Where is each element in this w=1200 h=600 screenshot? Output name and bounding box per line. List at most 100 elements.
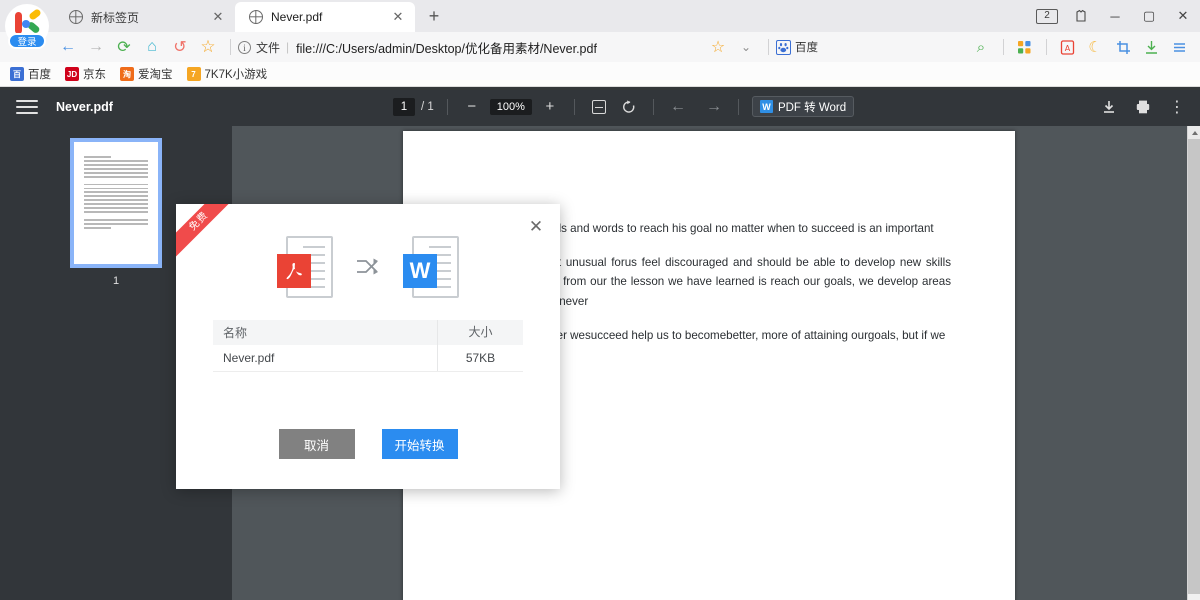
column-header-size: 大小 [437,320,523,345]
toolbar-right: ☆ ⌄ 百度 ⌕ A ☾ [705,34,1200,60]
screenshot-crop-icon[interactable] [1110,34,1136,60]
pdf-toolbar-center: 1 / 1 − 100% + ← → W PDF 转 Word [393,96,855,118]
favorite-star-icon[interactable]: ☆ [195,34,221,60]
zoom-out-button[interactable]: − [461,96,483,118]
tab-count-badge[interactable]: 2 [1036,8,1058,24]
cancel-button[interactable]: 取消 [278,429,355,459]
logo-stroke-red [15,12,22,34]
bookmark-label: 京东 [83,69,106,81]
more-options-icon[interactable]: ⋮ [1166,96,1188,118]
page-total-label: / 1 [421,100,434,113]
sidebar-toggle-icon[interactable] [16,96,38,118]
print-icon[interactable] [1132,96,1154,118]
download-icon[interactable] [1098,96,1120,118]
table-row[interactable]: Never.pdf 57KB [213,345,523,372]
baidu-icon: 百 [10,67,24,81]
site-info-icon[interactable]: i [238,40,251,54]
start-conversion-button[interactable]: 开始转换 [381,429,458,459]
tab-title: Never.pdf [271,10,323,24]
bookmark-jd[interactable]: JD 京东 [65,66,106,82]
tab-title: 新标签页 [91,10,140,25]
minimize-button[interactable]: ─ [1098,0,1132,32]
pdf-viewer-area: 1 encouraging words and words to reach h… [0,126,1200,600]
page-number-input[interactable]: 1 [393,97,415,116]
divider [1046,39,1047,55]
bookmark-label: 7K7K小游戏 [204,69,268,81]
jd-icon: JD [65,67,79,81]
close-window-button[interactable]: ✕ [1166,0,1200,32]
browser-window: 新标签页 ✕ Never.pdf ✕ + 2 ─ ▢ ✕ ← → ⟳ ⌂ ↺ ☆ [0,0,1200,600]
chevron-down-icon[interactable]: ⌄ [733,34,759,60]
downloads-icon[interactable] [1138,34,1164,60]
night-mode-icon[interactable]: ☾ [1082,34,1108,60]
divider [1003,39,1004,55]
login-button[interactable]: 登录 [8,33,46,49]
skin-icon[interactable] [1064,0,1098,32]
vertical-scrollbar[interactable] [1187,126,1200,600]
divider [737,98,739,115]
apps-grid-icon[interactable] [1011,34,1037,60]
home-icon[interactable]: ⌂ [139,34,165,60]
svg-text:A: A [1064,44,1070,53]
history-back-icon[interactable]: ↺ [167,34,193,60]
globe-icon [249,10,263,24]
word-file-icon: W [403,236,459,304]
word-badge: W [403,254,437,288]
baidu-search-engine-chip[interactable]: 百度 [776,39,818,55]
cell-file-name: Never.pdf [223,351,275,365]
rotate-icon[interactable] [618,96,640,118]
pdf-to-word-label: PDF 转 Word [777,101,847,114]
back-icon[interactable]: ← [55,34,81,60]
taobao-icon: 淘 [120,67,134,81]
pdf-tool-icon[interactable]: A [1054,34,1080,60]
dialog-actions: 取消 开始转换 [176,429,560,459]
maximize-button[interactable]: ▢ [1132,0,1166,32]
bookmark-label: 爱淘宝 [138,69,173,81]
column-header-name: 名称 [223,326,248,340]
tab-close-icon[interactable]: ✕ [209,8,227,26]
tab-never-pdf[interactable]: Never.pdf ✕ [235,2,415,32]
search-icon[interactable]: ⌕ [968,34,994,60]
logo-dot-blue [22,20,30,28]
conversion-illustration: W [176,230,560,310]
bookmark-star-icon[interactable]: ☆ [705,34,731,60]
thumbnail-text-lines [84,156,148,231]
bookmarks-bar: 百 百度 JD 京东 淘 爱淘宝 7 7K7K小游戏 [0,62,1200,87]
convert-arrows-icon [355,256,381,284]
thumbnail-page-number: 1 [112,275,120,287]
page-thumbnail[interactable] [70,138,162,268]
new-tab-button[interactable]: + [421,4,447,30]
forward-icon[interactable]: → [83,34,109,60]
next-page-icon[interactable]: → [703,96,725,118]
zoom-in-button[interactable]: + [539,96,561,118]
baidu-label: 百度 [795,42,818,54]
word-icon: W [759,100,773,113]
browser-menu-icon[interactable] [1166,34,1192,60]
divider [573,98,575,115]
cell-file-size: 57KB [437,345,523,371]
navigation-bar: ← → ⟳ ⌂ ↺ ☆ i 文件 | file:///C:/Users/admi… [0,32,1200,62]
divider [768,39,769,55]
zoom-level-label[interactable]: 100% [489,98,532,115]
bookmark-label: 百度 [28,69,51,81]
divider: | [286,40,290,54]
bookmark-7k7k[interactable]: 7 7K7K小游戏 [186,66,268,82]
bookmark-taobao[interactable]: 淘 爱淘宝 [120,66,173,82]
scrollbar-thumb[interactable] [1188,139,1200,594]
reload-icon[interactable]: ⟳ [111,34,137,60]
fit-page-icon[interactable] [588,96,610,118]
pdf-to-word-button[interactable]: W PDF 转 Word [751,96,855,117]
thumbnail-item[interactable]: 1 [70,138,162,287]
game-icon: 7 [186,67,201,81]
tab-close-icon[interactable]: ✕ [389,8,407,26]
previous-page-icon[interactable]: ← [667,96,689,118]
address-bar[interactable]: i 文件 | file:///C:/Users/admin/Desktop/优化… [238,35,705,59]
browser-logo[interactable]: 登录 [2,4,52,56]
tab-strip: 新标签页 ✕ Never.pdf ✕ + 2 ─ ▢ ✕ [0,0,1200,32]
pdf-to-word-dialog: 免费 ✕ W 名称 大小 Never.pdf 57KB 取消 开始转换 [176,204,560,489]
pdf-toolbar: Never.pdf 1 / 1 − 100% + ← → W PDF 转 Wor [0,87,1200,126]
pdf-file-name: Never.pdf [56,99,113,114]
scroll-up-arrow[interactable] [1188,126,1200,139]
bookmark-baidu[interactable]: 百 百度 [10,66,51,82]
tab-new-page[interactable]: 新标签页 ✕ [55,2,235,32]
